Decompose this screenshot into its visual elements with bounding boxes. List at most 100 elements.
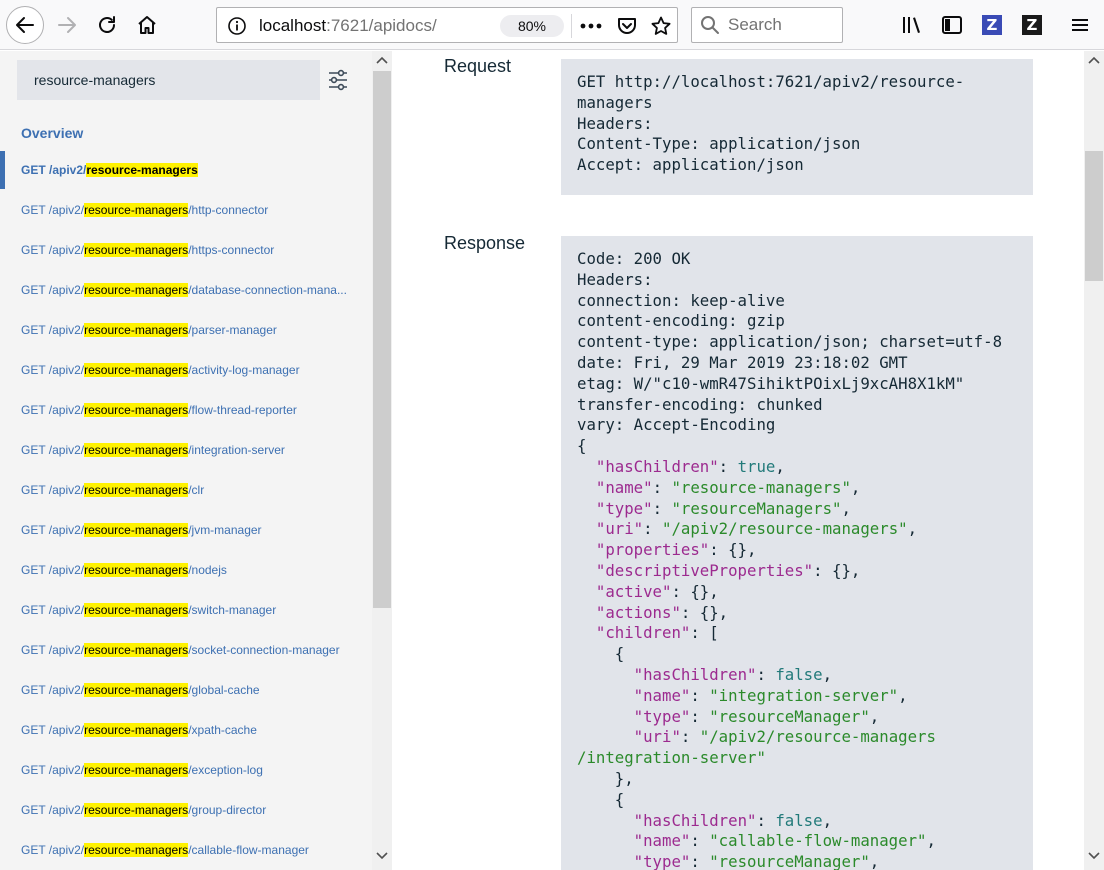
endpoint-link[interactable]: GET /apiv2/resource-managers/global-cach… (0, 670, 358, 710)
json-line: { (577, 644, 1033, 665)
endpoint-link[interactable]: GET /apiv2/resource-managers/http-connec… (0, 190, 358, 230)
json-punct: : (690, 706, 710, 726)
url-text[interactable]: localhost:7621/apidocs/ (259, 16, 437, 36)
endpoint-prefix: GET /apiv2/ (21, 163, 87, 177)
endpoint-link[interactable]: GET /apiv2/resource-managers/socket-conn… (0, 630, 358, 670)
json-punct: , (869, 706, 880, 726)
endpoint-detail: Request GET http://localhost:7621/apiv2/… (392, 51, 1084, 870)
json-line: "hasChildren": true, (577, 457, 1033, 478)
endpoint-link[interactable]: GET /apiv2/resource-managers/flow-thread… (0, 390, 358, 430)
endpoint-link[interactable]: GET /apiv2/resource-managers/database-co… (0, 270, 358, 310)
sidebar-icon (942, 16, 962, 34)
ellipsis-icon (580, 23, 602, 29)
endpoint-link[interactable]: GET /apiv2/resource-managers/xpath-cache (0, 710, 358, 750)
endpoint-link[interactable]: GET /apiv2/resource-managers/nodejs (0, 550, 358, 590)
endpoint-link[interactable]: GET /apiv2/resource-managers (0, 150, 358, 190)
request-line: Accept: application/json (577, 155, 804, 175)
endpoint-suffix: /https-connector (188, 243, 275, 257)
info-icon[interactable] (227, 16, 247, 41)
json-punct: , (898, 685, 908, 705)
highlighted-term: resource-managers (84, 243, 189, 257)
endpoint-link[interactable]: GET /apiv2/resource-managers/https-conne… (0, 230, 358, 270)
search-input[interactable] (728, 12, 838, 38)
endpoint-suffix: /http-connector (188, 203, 269, 217)
endpoint-suffix: /socket-connection-manager (188, 643, 340, 657)
menu-button[interactable] (1063, 8, 1097, 42)
filter-input[interactable] (34, 69, 314, 91)
bookmark-button[interactable] (645, 12, 677, 40)
endpoint-suffix: /xpath-cache (188, 723, 257, 737)
json-line: /integration-server" (577, 748, 1033, 769)
endpoint-link[interactable]: GET /apiv2/resource-managers/parser-mana… (0, 310, 358, 350)
endpoint-link[interactable]: GET /apiv2/resource-managers/group-direc… (0, 790, 358, 830)
endpoint-suffix: /switch-manager (188, 603, 277, 617)
page-scrollbar[interactable] (1084, 51, 1104, 870)
scroll-up-icon[interactable] (376, 55, 388, 65)
endpoint-link[interactable]: GET /apiv2/resource-managers/exception-l… (0, 750, 358, 790)
forward-button[interactable] (48, 6, 86, 44)
json-key: "type" (595, 498, 653, 518)
sidebar-toggle-button[interactable] (935, 8, 969, 42)
library-button[interactable] (895, 8, 929, 42)
json-punct: : {}, (680, 602, 729, 622)
json-string: "resource-managers" (671, 477, 851, 497)
endpoint-prefix: GET /apiv2/ (21, 283, 85, 297)
json-key: "active" (595, 581, 672, 601)
response-header-line: date: Fri, 29 Mar 2019 23:18:02 GMT (577, 352, 908, 372)
json-string: "/apiv2/resource-managers (699, 727, 936, 747)
z-extension-icon: Z (982, 15, 1002, 35)
reload-button[interactable] (88, 6, 126, 44)
json-punct: , (822, 810, 833, 830)
hamburger-menu-icon (1072, 19, 1088, 31)
pocket-button[interactable] (611, 12, 643, 40)
endpoint-suffix: /nodejs (188, 563, 227, 577)
home-button[interactable] (128, 6, 166, 44)
z-extension-button-dark[interactable]: Z (1015, 8, 1049, 42)
page-scrollbar-thumb[interactable] (1085, 151, 1103, 281)
json-key: "name" (633, 685, 691, 705)
highlighted-term: resource-managers (84, 763, 189, 777)
endpoint-suffix: /database-connection-mana... (188, 283, 347, 297)
scroll-up-icon[interactable] (1088, 55, 1100, 65)
endpoint-link[interactable]: GET /apiv2/resource-managers/clr (0, 470, 358, 510)
json-key: "actions" (595, 602, 681, 622)
highlighted-term: resource-managers (84, 323, 189, 337)
endpoint-link[interactable]: GET /apiv2/resource-managers/integration… (0, 430, 358, 470)
json-punct: { (577, 644, 625, 664)
endpoint-suffix: /jvm-manager (188, 523, 262, 537)
search-bar[interactable] (691, 7, 843, 43)
scroll-down-icon[interactable] (1088, 851, 1100, 861)
z-extension-button-blue[interactable]: Z (975, 8, 1009, 42)
json-punct: { (577, 789, 625, 809)
nav-scrollbar[interactable] (372, 51, 392, 870)
json-line: "type": "resourceManager", (577, 707, 1033, 728)
nav-scrollbar-thumb[interactable] (373, 71, 391, 608)
response-header-line: Code: 200 OK (577, 249, 691, 268)
endpoint-suffix: /flow-thread-reporter (188, 403, 297, 417)
response-header-line: connection: keep-alive (577, 290, 785, 310)
json-key: "children" (595, 623, 691, 643)
page-actions-button[interactable] (575, 12, 607, 40)
json-line: "hasChildren": false, (577, 665, 1033, 686)
highlighted-term: resource-managers (86, 163, 198, 177)
endpoint-link[interactable]: GET /apiv2/resource-managers/activity-lo… (0, 350, 358, 390)
endpoint-suffix: /exception-log (188, 763, 263, 777)
endpoint-link[interactable]: GET /apiv2/resource-managers/callable-fl… (0, 830, 358, 870)
response-label: Response (444, 233, 526, 253)
url-bar[interactable]: localhost:7621/apidocs/ 80% (216, 7, 678, 43)
scroll-down-icon[interactable] (376, 851, 388, 861)
endpoint-prefix: GET /apiv2/ (21, 603, 85, 617)
json-punct (577, 686, 634, 705)
z-extension-icon: Z (1022, 15, 1042, 35)
filter-settings-button[interactable] (326, 66, 350, 94)
endpoint-link[interactable]: GET /apiv2/resource-managers/switch-mana… (0, 590, 358, 630)
back-button[interactable] (6, 6, 44, 44)
endpoint-link[interactable]: GET /apiv2/resource-managers/jvm-manager (0, 510, 358, 550)
highlighted-term: resource-managers (84, 683, 189, 697)
request-line: Headers: (577, 113, 653, 133)
overview-link[interactable]: Overview (21, 125, 83, 141)
endpoint-suffix: /clr (188, 483, 205, 497)
highlighted-term: resource-managers (84, 483, 189, 497)
zoom-level-badge[interactable]: 80% (500, 15, 564, 37)
json-punct: , (841, 498, 851, 518)
